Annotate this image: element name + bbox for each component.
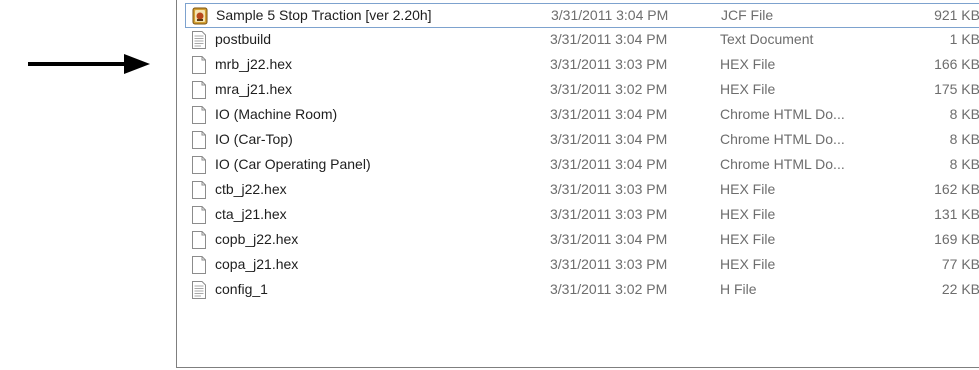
file-date: 3/31/2011 3:03 PM [550, 56, 668, 72]
blank-file-icon [192, 181, 206, 199]
file-type: HEX File [720, 181, 776, 197]
file-row[interactable]: config_1 3/31/2011 3:02 PM H File 22 KB [185, 278, 979, 303]
file-date: 3/31/2011 3:03 PM [550, 256, 668, 272]
file-row[interactable]: IO (Machine Room) 3/31/2011 3:04 PM Chro… [185, 103, 979, 128]
file-type: Chrome HTML Do... [720, 106, 845, 122]
file-size: 77 KB [941, 256, 979, 272]
file-row[interactable]: ctb_j22.hex 3/31/2011 3:03 PM HEX File 1… [185, 178, 979, 203]
file-row[interactable]: IO (Car Operating Panel) 3/31/2011 3:04 … [185, 153, 979, 178]
blank-file-icon [192, 81, 206, 99]
file-date: 3/31/2011 3:04 PM [550, 131, 668, 147]
blank-file-icon [192, 131, 206, 149]
file-name: copb_j22.hex [215, 231, 299, 247]
file-type: HEX File [720, 206, 776, 222]
blank-file-icon [192, 156, 206, 174]
file-name: mrb_j22.hex [215, 56, 293, 72]
file-date: 3/31/2011 3:04 PM [550, 156, 668, 172]
file-type: HEX File [720, 81, 776, 97]
file-size: 921 KB [934, 7, 979, 23]
file-size: 8 KB [949, 131, 979, 147]
file-size: 175 KB [934, 81, 979, 97]
file-date: 3/31/2011 3:03 PM [550, 181, 668, 197]
file-type: Text Document [720, 31, 814, 47]
file-size: 1 KB [949, 31, 979, 47]
blank-file-icon [192, 56, 206, 74]
pointer-arrow-icon [28, 54, 150, 74]
file-name: mra_j21.hex [215, 81, 293, 97]
blank-file-icon [192, 206, 206, 224]
file-size: 8 KB [949, 156, 979, 172]
file-row[interactable]: cta_j21.hex 3/31/2011 3:03 PM HEX File 1… [185, 203, 979, 228]
file-row[interactable]: postbuild 3/31/2011 3:04 PM Text Documen… [185, 28, 979, 53]
file-row[interactable]: Sample 5 Stop Traction [ver 2.20h] 3/31/… [185, 3, 979, 28]
blank-file-icon [192, 106, 206, 124]
file-name: Sample 5 Stop Traction [ver 2.20h] [216, 7, 432, 23]
file-size: 166 KB [934, 56, 979, 72]
file-size: 169 KB [934, 231, 979, 247]
file-date: 3/31/2011 3:02 PM [550, 81, 668, 97]
file-size: 8 KB [949, 106, 979, 122]
file-row[interactable]: copb_j22.hex 3/31/2011 3:04 PM HEX File … [185, 228, 979, 253]
file-date: 3/31/2011 3:04 PM [550, 231, 668, 247]
file-name: cta_j21.hex [215, 206, 287, 222]
file-size: 162 KB [934, 181, 979, 197]
text-document-icon [192, 31, 206, 49]
file-type: Chrome HTML Do... [720, 156, 845, 172]
blank-file-icon [192, 256, 206, 274]
file-name: ctb_j22.hex [215, 181, 287, 197]
file-list: Sample 5 Stop Traction [ver 2.20h] 3/31/… [176, 0, 979, 368]
jcf-file-icon [192, 7, 208, 25]
file-row[interactable]: copa_j21.hex 3/31/2011 3:03 PM HEX File … [185, 253, 979, 278]
file-size: 22 KB [941, 281, 979, 297]
file-name: postbuild [215, 31, 272, 47]
file-name: config_1 [215, 281, 268, 297]
file-date: 3/31/2011 3:04 PM [550, 31, 668, 47]
file-date: 3/31/2011 3:04 PM [550, 106, 668, 122]
file-type: Chrome HTML Do... [720, 131, 845, 147]
text-document-icon [192, 281, 206, 299]
file-type: HEX File [720, 56, 776, 72]
file-date: 3/31/2011 3:03 PM [550, 206, 668, 222]
file-row[interactable]: mra_j21.hex 3/31/2011 3:02 PM HEX File 1… [185, 78, 979, 103]
file-row[interactable]: IO (Car-Top) 3/31/2011 3:04 PM Chrome HT… [185, 128, 979, 153]
file-type: H File [720, 281, 757, 297]
file-type: HEX File [720, 256, 776, 272]
file-name: IO (Car Operating Panel) [215, 156, 371, 172]
file-name: IO (Car-Top) [215, 131, 293, 147]
file-row[interactable]: mrb_j22.hex 3/31/2011 3:03 PM HEX File 1… [185, 53, 979, 78]
file-date: 3/31/2011 3:02 PM [550, 281, 668, 297]
screenshot: Sample 5 Stop Traction [ver 2.20h] 3/31/… [0, 0, 979, 370]
file-type: JCF File [721, 7, 774, 23]
file-name: copa_j21.hex [215, 256, 299, 272]
blank-file-icon [192, 231, 206, 249]
file-date: 3/31/2011 3:04 PM [551, 7, 669, 23]
file-size: 131 KB [934, 206, 979, 222]
file-name: IO (Machine Room) [215, 106, 338, 122]
file-type: HEX File [720, 231, 776, 247]
